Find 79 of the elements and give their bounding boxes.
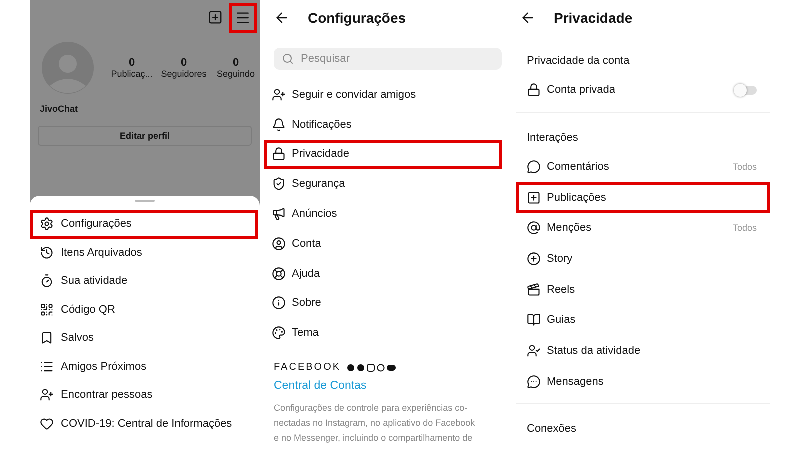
history-icon <box>40 246 54 260</box>
screen-title: Configurações <box>308 10 406 26</box>
back-icon[interactable] <box>520 10 536 26</box>
stat-count: 0 <box>128 57 136 69</box>
settings-item[interactable]: Sobre <box>264 288 502 318</box>
menu-icon <box>235 10 251 26</box>
plus-circle-icon <box>527 252 541 266</box>
book-icon <box>527 313 541 328</box>
screen-title: Privacidade <box>554 10 633 26</box>
sheet-handle[interactable] <box>135 200 155 202</box>
menu-item[interactable]: Sua atividade <box>30 267 258 296</box>
plus-square-icon <box>527 190 541 205</box>
chat-bubble-icon <box>527 374 541 389</box>
setting-value: Todos <box>732 162 757 172</box>
back-icon[interactable] <box>274 10 290 26</box>
privacy-item[interactable]: Publicações <box>516 182 770 214</box>
megaphone-icon <box>272 207 286 222</box>
bell-icon <box>272 118 286 132</box>
info-icon <box>272 296 286 310</box>
menu-item[interactable]: Configurações <box>30 210 258 238</box>
qr-code-icon <box>40 302 54 317</box>
description-text: e no Messenger, incluindo o compartilhamento de <box>274 432 474 446</box>
clapperboard-icon <box>527 282 541 297</box>
privacy-item[interactable]: Guias <box>516 305 770 336</box>
privacy-item[interactable]: Mensagens <box>516 366 770 398</box>
menu-item[interactable]: Encontrar pessoas <box>30 381 258 410</box>
stat-count: 0 <box>232 57 240 69</box>
add-person-icon <box>272 88 286 102</box>
settings-item[interactable]: Anúncios <box>264 199 502 229</box>
app-logos-icon <box>347 364 398 372</box>
section-heading: Conexões <box>526 422 578 438</box>
section-heading: Interações <box>526 130 580 146</box>
settings-item[interactable]: Ajuda <box>264 258 502 289</box>
settings-item[interactable]: Notificações <box>264 110 502 140</box>
timer-icon <box>40 274 54 288</box>
menu-item[interactable]: Itens Arquivados <box>30 238 258 267</box>
settings-item[interactable]: Conta <box>264 228 502 259</box>
stat-label: Publicaç... <box>111 69 153 79</box>
palette-icon <box>272 326 286 340</box>
stat-label: Seguidores <box>161 69 207 79</box>
lifebuoy-icon <box>272 266 286 281</box>
settings-item[interactable]: Tema <box>264 318 502 348</box>
stat-count: 0 <box>180 57 188 69</box>
description-text: nectadas no Instagram, no aplicativo do Facebook <box>274 417 476 430</box>
menu-item[interactable]: Salvos <box>30 324 258 352</box>
at-sign-icon <box>527 221 541 236</box>
heart-icon <box>40 416 54 431</box>
toggle-switch[interactable] <box>735 86 757 95</box>
add-icon[interactable] <box>208 10 223 25</box>
privacy-item[interactable]: Conta privada <box>516 75 770 106</box>
menu-button[interactable] <box>229 2 257 32</box>
privacy-item[interactable]: Comentários Todos <box>516 152 770 182</box>
stat-label: Seguindo <box>216 69 256 79</box>
brand-label: FACEBOOK <box>274 362 342 374</box>
privacy-item[interactable]: Status da atividade <box>516 336 770 366</box>
add-person-icon <box>40 388 54 402</box>
username: JivoChat <box>39 103 80 114</box>
menu-item[interactable]: Código QR <box>30 296 258 324</box>
settings-item[interactable]: Segurança <box>264 169 502 200</box>
person-check-icon <box>527 344 541 358</box>
search-icon <box>282 53 294 65</box>
account-icon <box>272 236 286 251</box>
setting-value: Todos <box>732 223 757 234</box>
comment-icon <box>527 160 541 174</box>
menu-item[interactable]: COVID-19: Central de Informações <box>30 410 258 438</box>
settings-item[interactable]: Seguir e convidar amigos <box>264 80 502 110</box>
settings-item[interactable]: Privacidade <box>264 140 502 170</box>
privacy-item[interactable]: Reels <box>516 274 770 306</box>
edit-profile-button[interactable]: Editar perfil <box>38 126 252 146</box>
privacy-item[interactable]: Story <box>516 244 770 274</box>
menu-item[interactable]: Amigos Próximos <box>30 352 258 381</box>
lock-icon <box>527 83 541 98</box>
gear-icon <box>40 217 54 232</box>
bookmark-icon <box>40 331 54 346</box>
lock-icon <box>272 147 286 162</box>
description-text: Configurações de controle para experiências co- <box>274 402 469 416</box>
section-heading: Privacidade da conta <box>526 54 631 69</box>
shield-icon <box>272 177 286 192</box>
privacy-item[interactable]: Menções Todos <box>516 213 770 244</box>
